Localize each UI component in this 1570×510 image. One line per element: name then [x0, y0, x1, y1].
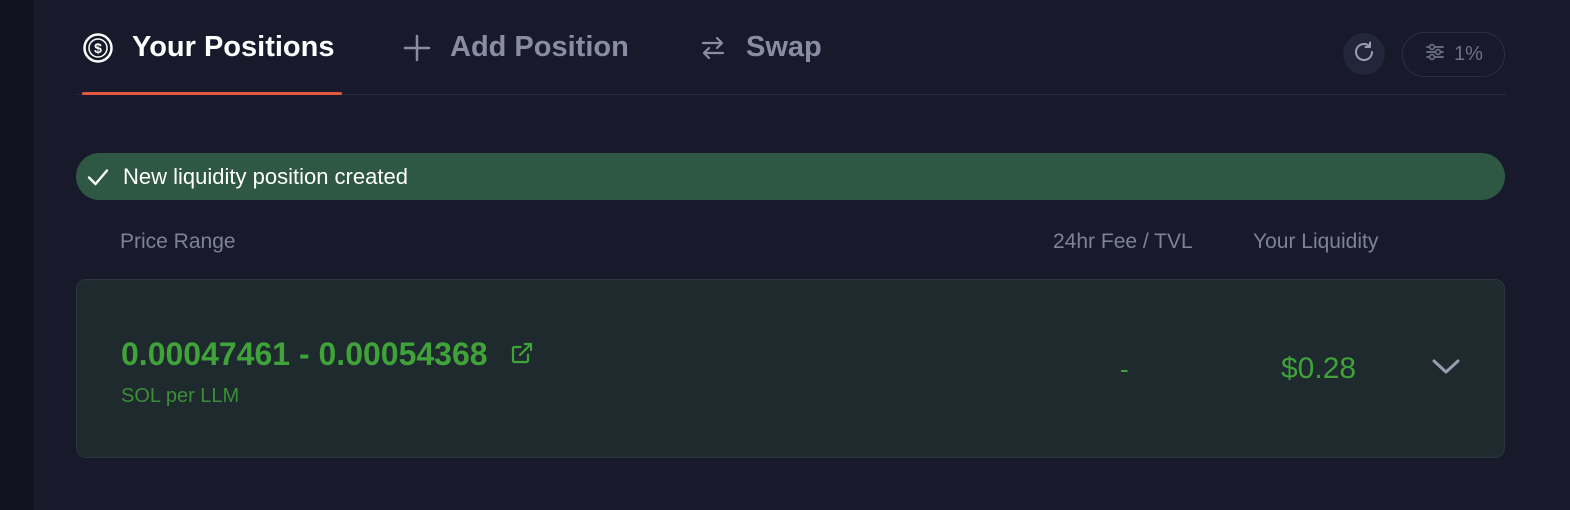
- header-your-liquidity: Your Liquidity: [1253, 230, 1379, 253]
- external-link-icon[interactable]: [510, 336, 534, 373]
- tab-label: Add Position: [450, 31, 629, 63]
- swap-arrows-icon: [698, 33, 728, 63]
- slippage-value: 1%: [1454, 43, 1483, 65]
- price-range-text: 0.00047461 - 0.00054368: [121, 336, 488, 372]
- success-banner: New liquidity position created: [76, 153, 1505, 200]
- app-shell: $ Your Positions Add Position Swap 1% Ne…: [0, 0, 1570, 510]
- price-range-unit: SOL per LLM: [121, 385, 240, 407]
- fee-tvl-value: -: [1120, 354, 1129, 384]
- tab-label: Your Positions: [132, 31, 335, 63]
- position-row[interactable]: 0.00047461 - 0.00054368 SOL per LLM - $0…: [76, 279, 1505, 458]
- tab-swap[interactable]: Swap: [698, 0, 822, 95]
- liquidity-value: $0.28: [1281, 352, 1357, 385]
- dollar-circle-icon: $: [82, 32, 114, 64]
- chevron-down-icon: [1430, 357, 1462, 382]
- check-icon: [86, 165, 110, 189]
- svg-text:$: $: [94, 40, 102, 56]
- slippage-settings-button[interactable]: 1%: [1402, 32, 1505, 77]
- expand-button[interactable]: [1429, 354, 1463, 384]
- tab-bar: $ Your Positions Add Position Swap: [76, 0, 1506, 95]
- banner-message: New liquidity position created: [123, 163, 408, 189]
- refresh-icon: [1352, 40, 1376, 69]
- tab-add-position[interactable]: Add Position: [402, 0, 629, 95]
- header-price-range: Price Range: [120, 230, 236, 253]
- sliders-icon: [1424, 41, 1446, 69]
- tab-label: Swap: [746, 31, 822, 63]
- plus-icon: [402, 33, 432, 63]
- tab-your-positions[interactable]: $ Your Positions: [82, 0, 343, 95]
- refresh-button[interactable]: [1343, 33, 1385, 75]
- price-range-value: 0.00047461 - 0.00054368: [121, 336, 534, 373]
- header-fee-tvl: 24hr Fee / TVL: [1053, 230, 1193, 253]
